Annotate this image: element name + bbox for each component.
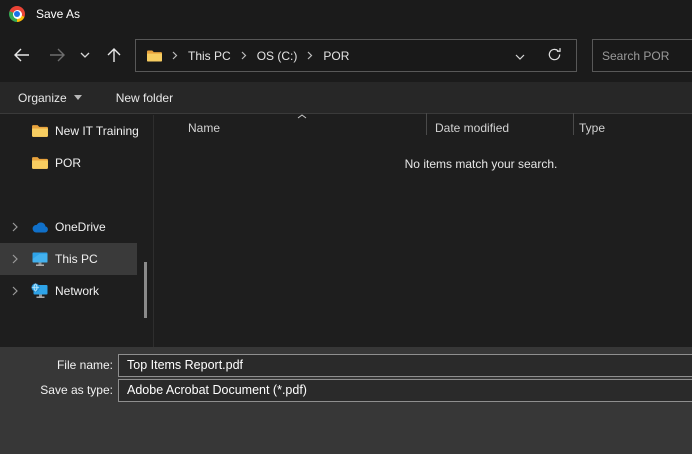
sidebar-item-onedrive[interactable]: OneDrive: [0, 211, 137, 243]
sidebar-item-label: This PC: [55, 252, 98, 266]
empty-state-message: No items match your search.: [404, 157, 558, 171]
file-name-input[interactable]: [119, 358, 692, 372]
this-pc-monitor-icon: [32, 252, 48, 266]
column-header-name[interactable]: Name: [188, 121, 220, 135]
address-bar[interactable]: This PC OS (C:) POR: [135, 39, 577, 72]
column-resize-handle[interactable]: [573, 113, 574, 135]
back-arrow-icon: [13, 48, 29, 62]
save-form-panel: File name: Save as type: Adobe Acrobat D…: [0, 347, 692, 454]
onedrive-cloud-icon: [32, 222, 48, 233]
forward-arrow-icon: [49, 48, 65, 62]
sort-ascending-icon: [297, 114, 307, 119]
sidebar-item-label: New IT Training: [55, 124, 139, 138]
search-box[interactable]: [592, 39, 692, 72]
title-bar: Save As: [0, 0, 692, 28]
file-list: Name Date modified Type No items match y…: [155, 113, 692, 347]
file-name-label: File name:: [56, 358, 113, 372]
up-arrow-icon: [107, 48, 121, 62]
breadcrumb: This PC OS (C:) POR: [146, 47, 350, 65]
organize-button[interactable]: Organize: [18, 91, 82, 105]
sidebar-scrollbar-thumb[interactable]: [144, 262, 147, 318]
search-input[interactable]: [593, 48, 683, 63]
address-dropdown-button[interactable]: [515, 49, 525, 63]
breadcrumb-chevron-icon: [241, 51, 247, 60]
folder-icon: [32, 157, 48, 169]
expand-chevron-icon[interactable]: [12, 254, 18, 264]
column-header-type[interactable]: Type: [579, 121, 605, 135]
window-title: Save As: [36, 7, 81, 21]
sidebar-item-label: OneDrive: [55, 220, 106, 234]
breadcrumb-chevron-icon: [172, 51, 178, 60]
refresh-button[interactable]: [547, 47, 562, 65]
refresh-icon: [548, 47, 561, 60]
file-name-field-box: [118, 353, 692, 377]
sidebar-item-new-it-training[interactable]: New IT Training: [0, 115, 139, 147]
folder-icon: [32, 125, 48, 137]
navigation-toolbar: This PC OS (C:) POR: [0, 28, 692, 82]
forward-button[interactable]: [44, 42, 70, 68]
navigation-pane: New IT Training POR OneDrive This PC Net…: [0, 115, 154, 347]
sidebar-item-por[interactable]: POR: [0, 147, 137, 179]
sidebar-item-this-pc[interactable]: This PC: [0, 243, 137, 275]
dialog-body: New IT Training POR OneDrive This PC Net…: [0, 113, 692, 347]
organize-label: Organize: [18, 90, 67, 105]
network-icon: [31, 283, 48, 298]
up-button[interactable]: [101, 42, 127, 68]
sidebar-item-label: Network: [55, 284, 100, 298]
chevron-down-icon: [80, 52, 90, 58]
save-as-dialog: Save As This PC OS (C:) POR Search POR O…: [0, 0, 692, 454]
breadcrumb-item-por[interactable]: POR: [322, 47, 350, 65]
sidebar-item-network[interactable]: Network: [0, 275, 137, 307]
back-button[interactable]: [8, 42, 34, 68]
chevron-down-icon: [515, 54, 525, 60]
expand-chevron-icon[interactable]: [12, 286, 18, 296]
new-folder-label: New folder: [115, 90, 174, 105]
expand-chevron-icon[interactable]: [12, 222, 18, 232]
recent-locations-button[interactable]: [74, 42, 96, 68]
breadcrumb-item-this-pc[interactable]: This PC: [187, 47, 232, 65]
dropdown-arrow-icon: [73, 95, 82, 100]
sidebar-item-label: POR: [55, 156, 82, 170]
column-header-row: Name Date modified Type: [155, 113, 692, 141]
column-header-date-modified[interactable]: Date modified: [435, 121, 509, 135]
folder-icon: [147, 50, 162, 61]
column-resize-handle[interactable]: [426, 113, 427, 135]
chrome-icon: [9, 6, 25, 22]
command-bar: Organize New folder: [0, 82, 692, 114]
breadcrumb-chevron-icon: [307, 51, 313, 60]
save-as-type-select[interactable]: Adobe Acrobat Document (*.pdf): [118, 378, 692, 402]
save-as-type-value: Adobe Acrobat Document (*.pdf): [127, 383, 307, 397]
breadcrumb-item-os-c[interactable]: OS (C:): [256, 47, 299, 65]
save-as-type-label: Save as type:: [40, 383, 113, 397]
new-folder-button[interactable]: New folder: [116, 91, 173, 105]
